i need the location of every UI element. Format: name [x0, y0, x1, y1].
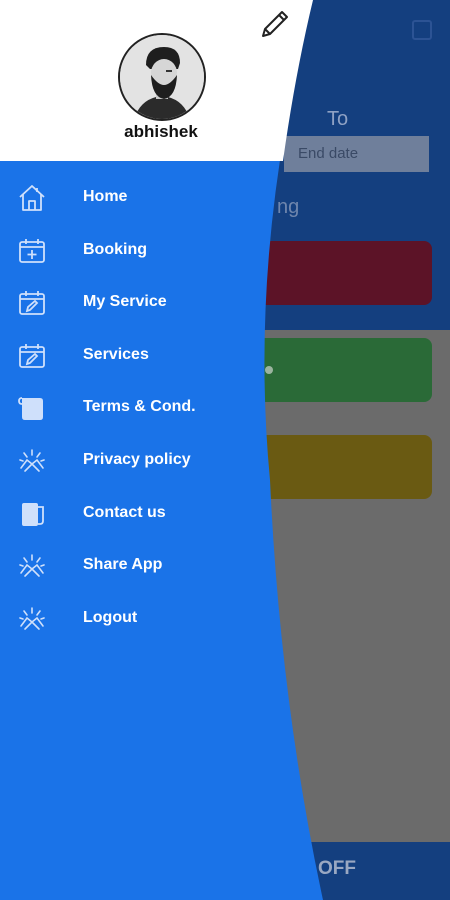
menu-item-booking[interactable]: Booking	[0, 225, 270, 278]
menu-item-terms[interactable]: Terms & Cond.	[0, 382, 270, 435]
menu-item-share-app[interactable]: Share App	[0, 540, 270, 593]
handshake-icon	[17, 446, 47, 476]
handshake-icon	[17, 604, 47, 634]
menu-item-logout[interactable]: Logout	[0, 593, 270, 646]
calendar-plus-icon	[17, 236, 47, 266]
menu-item-my-service[interactable]: My Service	[0, 277, 270, 330]
to-label: To	[327, 108, 349, 130]
menu-item-services[interactable]: Services	[0, 330, 270, 383]
menu-item-label: Booking	[83, 240, 147, 258]
menu-item-label: Home	[83, 188, 128, 205]
menu-item-label: Services	[83, 345, 149, 363]
calendar-edit-icon	[17, 288, 47, 318]
calendar-edit-icon	[17, 341, 47, 371]
document-icon	[17, 499, 47, 529]
menu-item-privacy-policy[interactable]: Privacy policy	[0, 435, 270, 488]
menu-item-label: My Service	[83, 293, 167, 311]
navigation-drawer[interactable]: abhishek Home Booking My Service Service…	[0, 0, 330, 900]
menu-item-home[interactable]: Home	[0, 172, 270, 225]
menu-item-contact-us[interactable]: Contact us	[0, 488, 270, 541]
scroll-icon	[17, 393, 47, 423]
handshake-icon	[17, 551, 47, 581]
menu-item-label: Privacy policy	[83, 450, 191, 468]
background-menu-icon	[412, 20, 432, 40]
avatar[interactable]	[118, 33, 206, 121]
menu-item-label: Terms & Cond.	[83, 398, 196, 416]
bearded-man-avatar-icon	[120, 35, 204, 119]
menu-item-label: Logout	[83, 608, 138, 626]
menu-item-label: Share App	[83, 556, 163, 574]
edit-profile-icon[interactable]	[259, 8, 291, 40]
menu-item-label: Contact us	[83, 503, 166, 521]
drawer-menu: Home Booking My Service Services Terms &…	[0, 172, 270, 645]
profile-username: abhishek	[124, 122, 198, 141]
home-icon	[17, 183, 47, 213]
